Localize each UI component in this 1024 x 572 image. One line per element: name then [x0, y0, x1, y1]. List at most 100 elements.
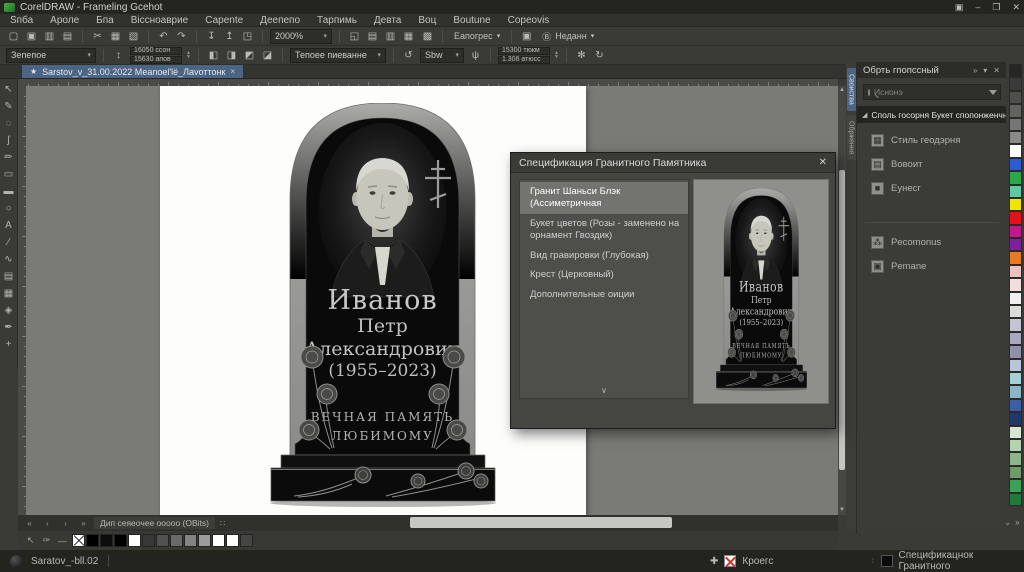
restore-button[interactable]: ❐: [992, 2, 1000, 13]
vertical-scrollbar[interactable]: ▲ ▼: [838, 86, 846, 515]
menu-item[interactable]: Тарпимь: [317, 15, 357, 26]
color-swatch[interactable]: [86, 534, 99, 547]
menu-item[interactable]: Девта: [374, 15, 401, 26]
color-swatch[interactable]: [1009, 385, 1022, 398]
outline-settings-icon[interactable]: ✚: [710, 556, 718, 567]
page-portrait-icon[interactable]: ◧: [206, 48, 221, 63]
curve-tool-icon[interactable]: ʃ: [1, 132, 17, 149]
color-swatch[interactable]: [1009, 345, 1022, 358]
color-swatch[interactable]: [1009, 493, 1022, 506]
menu-item[interactable]: Деепепо: [260, 15, 300, 26]
size-spinner[interactable]: ▲▼: [186, 51, 191, 59]
color-swatch[interactable]: [1009, 292, 1022, 305]
color-swatch[interactable]: [1009, 479, 1022, 492]
zoom-tool-icon[interactable]: ◌: [1, 115, 17, 132]
scroll-up-icon[interactable]: ▲: [838, 86, 846, 95]
palette-scroll-down-icon[interactable]: ⌄: [1004, 518, 1011, 527]
color-swatch[interactable]: [212, 534, 225, 547]
import-icon[interactable]: ↧: [204, 29, 219, 44]
help-window-icon[interactable]: ▣: [955, 2, 964, 13]
document-tab[interactable]: ★ Sarstov_v_31.00.2022 Меаnоеl'lё_Лаvотт…: [22, 65, 243, 78]
filter-funnel-icon[interactable]: [989, 90, 997, 95]
minimize-button[interactable]: –: [975, 2, 980, 13]
color-swatch[interactable]: [156, 534, 169, 547]
redo-icon[interactable]: ↷: [174, 29, 189, 44]
color-swatch[interactable]: [198, 534, 211, 547]
menu-item[interactable]: Сарente: [205, 15, 243, 26]
page-landscape-icon[interactable]: ◨: [224, 48, 239, 63]
color-swatch[interactable]: [142, 534, 155, 547]
rounded-rectangle-tool-icon[interactable]: ▬: [1, 183, 17, 200]
cut-icon[interactable]: ✂: [90, 29, 105, 44]
color-swatch[interactable]: [1009, 211, 1022, 224]
palette-tool-icon[interactable]: —: [56, 533, 69, 548]
color-swatch[interactable]: [1009, 318, 1022, 331]
color-swatch[interactable]: [1009, 225, 1022, 238]
close-button[interactable]: ✕: [1012, 2, 1020, 13]
color-swatch[interactable]: [1009, 466, 1022, 479]
fill-color-swatch[interactable]: [881, 555, 893, 567]
docker-search-box[interactable]: [863, 84, 1001, 100]
color-swatch[interactable]: [1009, 198, 1022, 211]
color-swatch[interactable]: [1009, 131, 1022, 144]
style-select[interactable]: Зепепое ▾: [6, 48, 96, 63]
dialog-title-bar[interactable]: Спецификация Гранитного Памятника ✕: [511, 153, 835, 173]
paste-icon[interactable]: ▧: [126, 29, 141, 44]
account-menu[interactable]: Ⓑ Неданн ▾: [538, 30, 598, 43]
pick-tool-icon[interactable]: ↖: [1, 81, 17, 98]
spec-list-item[interactable]: Дополнительные оиции: [520, 285, 688, 305]
rectangle-tool-icon[interactable]: ▭: [1, 166, 17, 183]
horizontal-ruler[interactable]: [18, 79, 838, 86]
color-swatch[interactable]: [1009, 265, 1022, 278]
color-swatch[interactable]: [1009, 144, 1022, 157]
page-nav-icon[interactable]: ‹: [40, 516, 55, 531]
color-swatch[interactable]: [226, 534, 239, 547]
options-icon[interactable]: ▩: [420, 29, 435, 44]
docker-side-tab[interactable]: Обрження: [847, 115, 856, 160]
dimension-x-field[interactable]: 15300 тюкм: [498, 47, 550, 55]
color-swatch[interactable]: [1009, 332, 1022, 345]
vertical-scrollbar-thumb[interactable]: [839, 170, 845, 470]
open-icon[interactable]: ▣: [24, 29, 39, 44]
artistic-media-tool-icon[interactable]: ✏: [1, 149, 17, 166]
color-swatch[interactable]: [1009, 305, 1022, 318]
palette-tool-icon[interactable]: ✑: [40, 533, 53, 548]
full-screen-preview-icon[interactable]: ◱: [347, 29, 362, 44]
color-swatch[interactable]: [128, 534, 141, 547]
nudge-icon[interactable]: ◪: [260, 48, 275, 63]
units-icon[interactable]: ◩: [242, 48, 257, 63]
pemane-item[interactable]: ▣Pemane: [871, 254, 1007, 278]
save-icon[interactable]: ▥: [42, 29, 57, 44]
color-swatch[interactable]: [1009, 158, 1022, 171]
color-swatch[interactable]: [1009, 118, 1022, 131]
object-height-field[interactable]: 15630 апов: [130, 56, 182, 64]
horizontal-scrollbar-thumb[interactable]: [410, 517, 672, 528]
view-simple-icon[interactable]: ▤: [365, 29, 380, 44]
color-swatch[interactable]: [1009, 64, 1022, 77]
page-nav-icon[interactable]: »: [76, 516, 91, 531]
monument-design-object[interactable]: Иванов Петр Александрович (1955–2023) ВЕ…: [268, 103, 498, 515]
color-swatch[interactable]: [1009, 77, 1022, 90]
color-swatch[interactable]: [1009, 412, 1022, 425]
color-swatch[interactable]: [100, 534, 113, 547]
color-swatch[interactable]: [170, 534, 183, 547]
outline-none-swatch[interactable]: [724, 555, 736, 567]
eyedropper-tool-icon[interactable]: ✒: [1, 319, 17, 336]
docker-side-tab[interactable]: Своиства: [847, 68, 856, 111]
spec-list-item[interactable]: Букет цветов (Розы - заменено на орнамен…: [520, 214, 688, 246]
style-geometry-item[interactable]: ▦Стиль геодэрня: [871, 128, 1007, 152]
spec-list-item[interactable]: Крест (Церковный): [520, 265, 688, 285]
color-swatch[interactable]: [114, 534, 127, 547]
blend-mode-select[interactable]: Тепоее пиеванне ▾: [290, 48, 386, 63]
color-swatch[interactable]: [1009, 426, 1022, 439]
palette-tool-icon[interactable]: ↖: [24, 533, 37, 548]
text-tool-icon[interactable]: А: [1, 217, 17, 234]
copy-icon[interactable]: ▦: [108, 29, 123, 44]
color-swatch[interactable]: [72, 534, 85, 547]
menu-item[interactable]: Сореоvis: [508, 15, 550, 26]
color-swatch[interactable]: [1009, 439, 1022, 452]
spec-list-item[interactable]: Вид гравировки (Глубокая): [520, 246, 688, 266]
print-icon[interactable]: ▤: [60, 29, 75, 44]
page-tab[interactable]: Дип сеяеочее ооооо (ОВits): [94, 517, 215, 529]
color-swatch[interactable]: [1009, 278, 1022, 291]
